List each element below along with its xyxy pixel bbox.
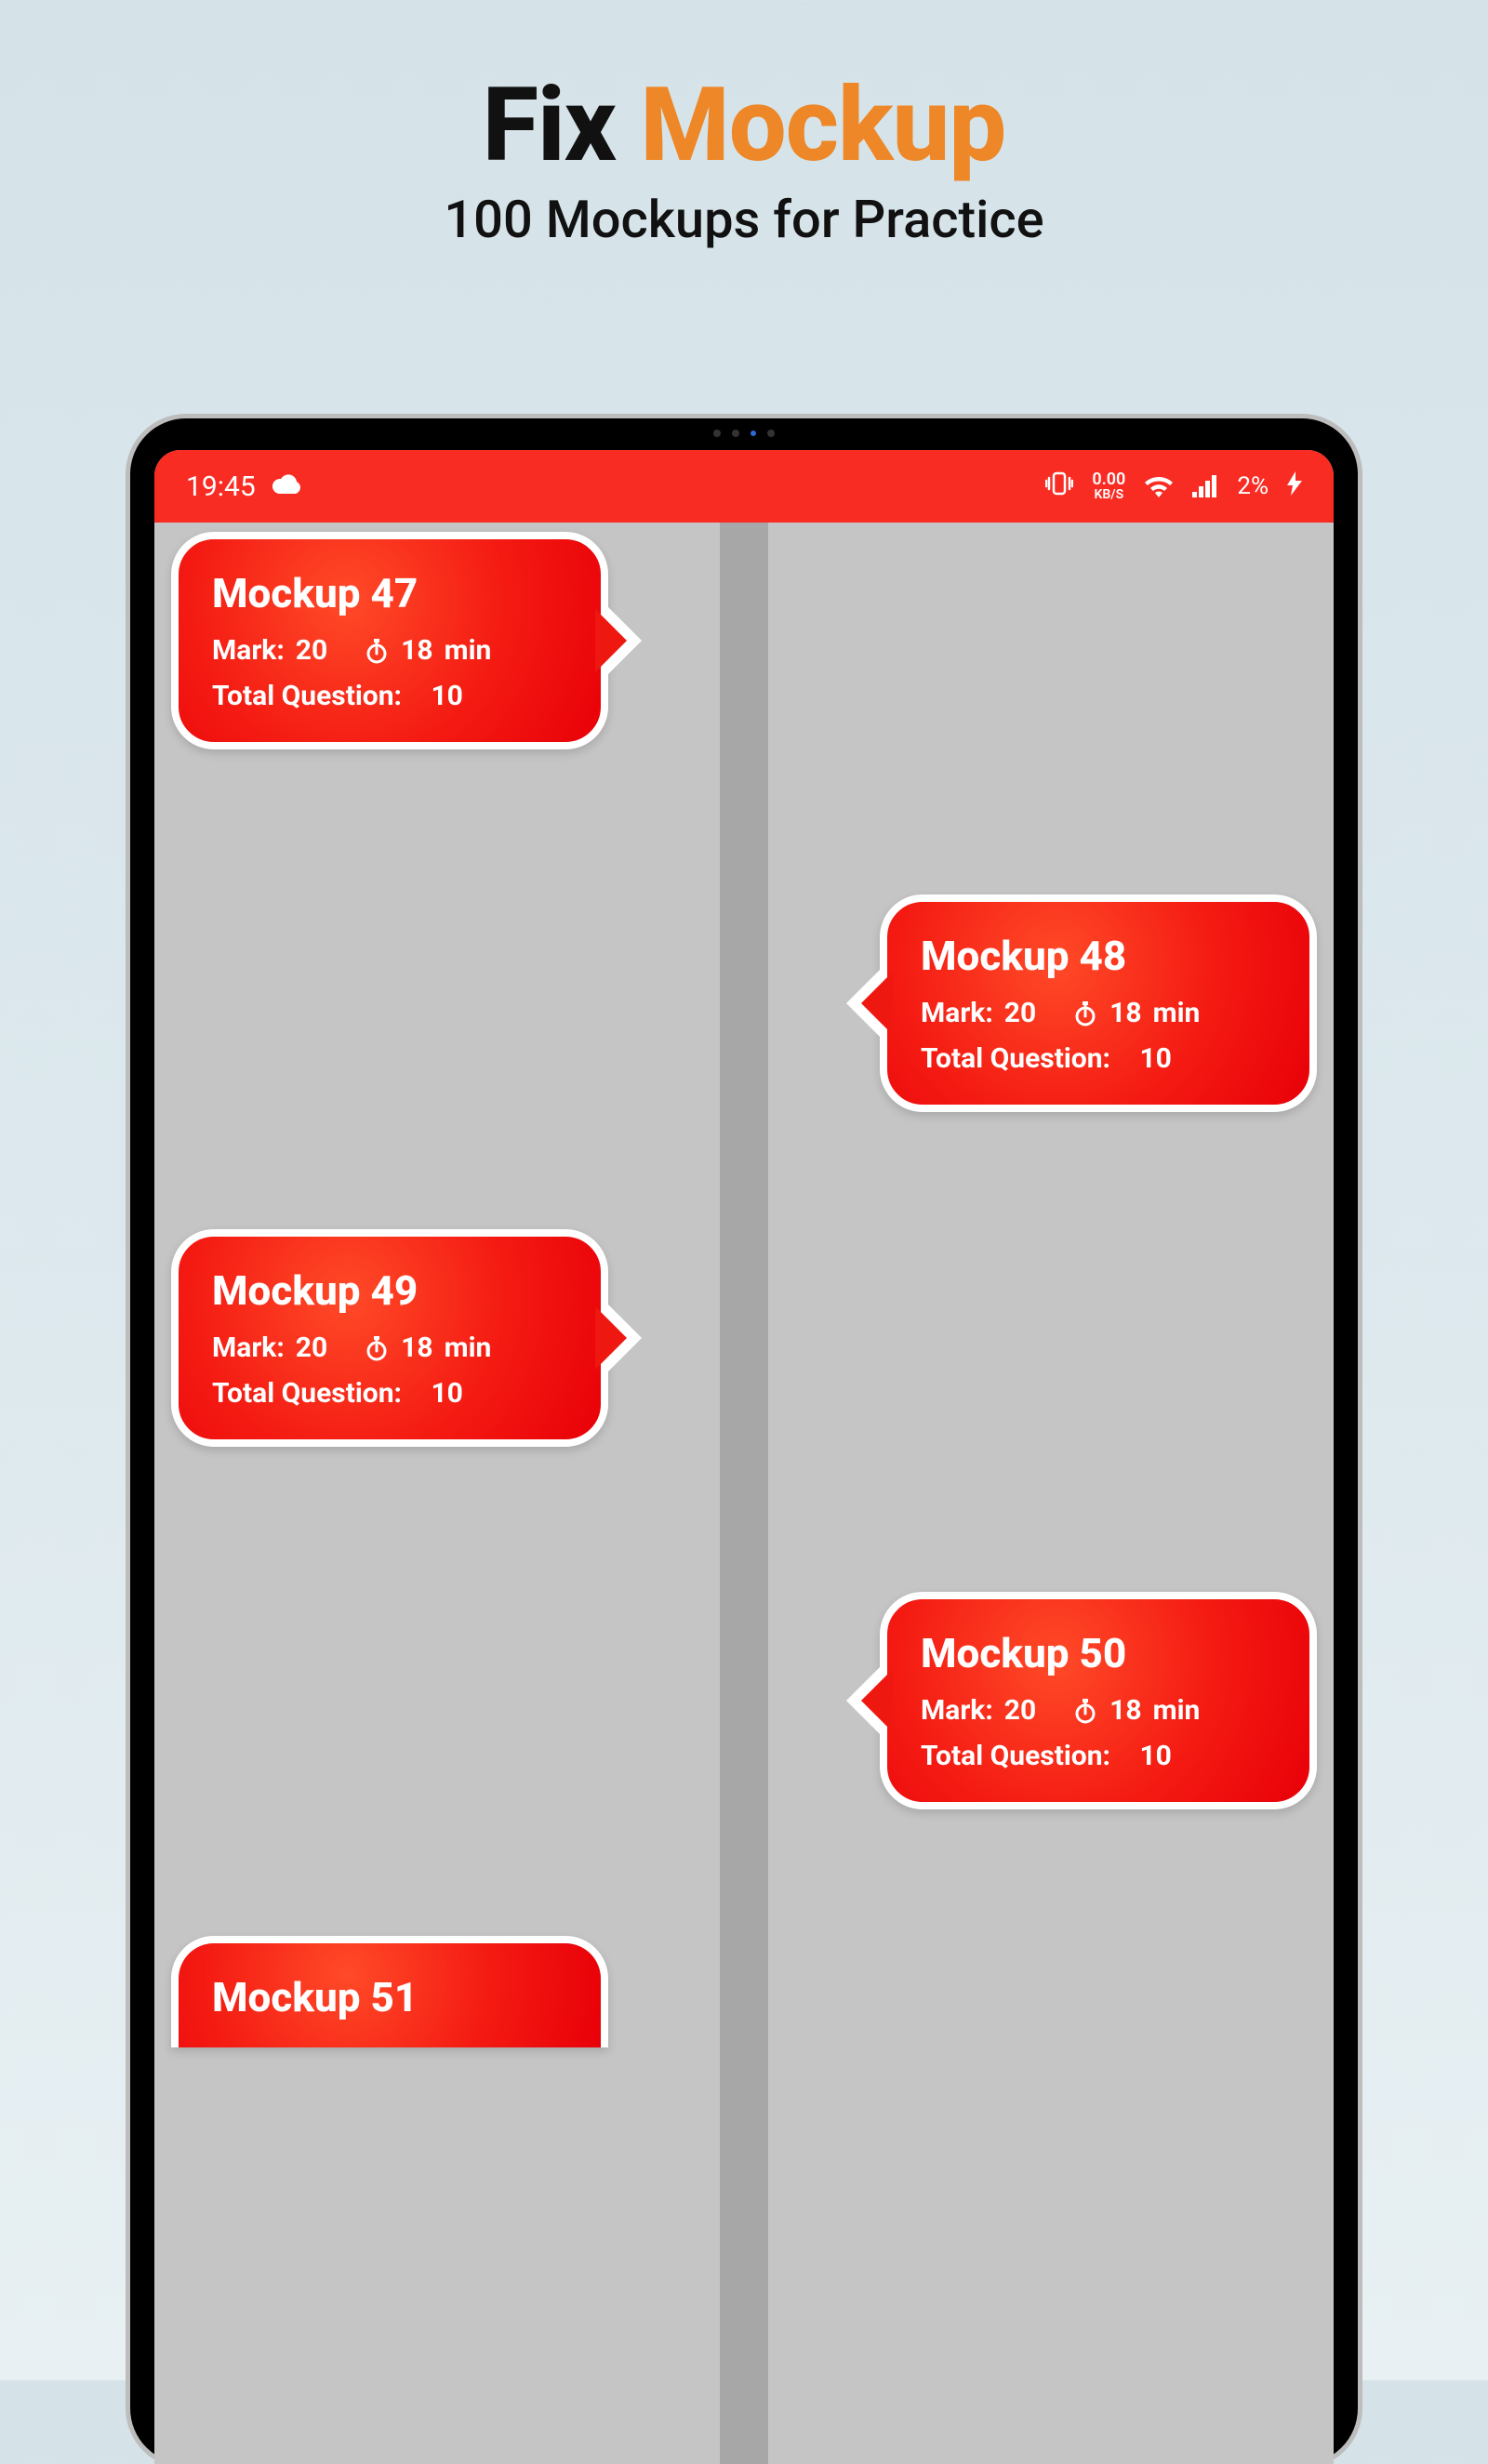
mockup-card[interactable]: Mockup 48 Mark: 20 18 min Total Question: … [880,894,1317,1112]
cards-layer[interactable]: Mockup 47 Mark: 20 18 min Total Question: … [154,523,1334,2464]
battery-percent: 2% [1237,472,1269,500]
mockup-bubble[interactable]: Mockup 47 Mark: 20 18 min Total Question: … [171,532,608,749]
promo-title-mockup: Mockup [640,65,1005,185]
mockup-card[interactable]: Mockup 47 Mark: 20 18 min Total Question: … [171,532,608,749]
duration-unit: min [1153,997,1201,1029]
network-speed: 0.00 KB/S [1092,471,1125,501]
mockup-title: Mockup 49 [212,1266,571,1315]
signal-icon [1192,475,1218,497]
mark-value: 20 [296,634,327,667]
duration-value: 18 [401,1331,432,1364]
duration-value: 18 [1109,1694,1141,1727]
total-value: 10 [431,1377,462,1410]
mark-label: Mark: [921,997,993,1029]
mockup-bubble[interactable]: Mockup 48 Mark: 20 18 min Total Question: … [880,894,1317,1112]
promo-subtitle: 100 Mockups for Practice [0,189,1488,250]
mockup-total-line: Total Question: 10 [212,1377,571,1410]
mockup-meta-line: Mark: 20 18 min [212,1331,571,1364]
mockup-title: Mockup 51 [212,1973,571,2021]
status-time: 19:45 [186,470,256,503]
duration-value: 18 [1109,997,1141,1029]
total-label: Total Question: [212,680,402,712]
total-label: Total Question: [921,1740,1110,1772]
duration-unit: min [445,1331,492,1364]
mockup-bubble[interactable]: Mockup 50 Mark: 20 18 min Total Question: … [880,1592,1317,1809]
bubble-tail-inner [595,1306,627,1370]
duration-value: 18 [401,634,432,667]
mockup-bubble[interactable]: Mockup 49 Mark: 20 18 min Total Question: … [171,1229,608,1447]
duration-unit: min [445,634,492,667]
mockup-total-line: Total Question: 10 [921,1740,1280,1772]
promo-title: Fix Mockup [0,65,1488,185]
mark-value: 20 [296,1331,327,1364]
total-value: 10 [431,680,462,712]
status-bar: 19:45 0.00 KB/S 2% [154,450,1334,523]
mark-label: Mark: [921,1694,993,1727]
mockup-meta-line: Mark: 20 18 min [921,1694,1280,1727]
tablet-screen: 19:45 0.00 KB/S 2% [154,450,1334,2464]
mockup-total-line: Total Question: 10 [212,680,571,712]
mockup-card[interactable]: Mockup 50 Mark: 20 18 min Total Question: … [880,1592,1317,1809]
promo-title-fix: Fix [483,65,616,185]
mockup-total-line: Total Question: 10 [921,1042,1280,1075]
stopwatch-icon [364,1335,390,1361]
promo-header: Fix Mockup 100 Mockups for Practice [0,0,1488,250]
charging-icon [1287,471,1302,501]
cloud-icon [272,472,302,500]
mockup-meta-line: Mark: 20 18 min [921,997,1280,1029]
mockup-title: Mockup 50 [921,1629,1280,1677]
duration-unit: min [1153,1694,1201,1727]
wifi-icon [1144,475,1174,497]
bubble-tail-inner [861,1669,893,1732]
stopwatch-icon [364,638,390,664]
mark-label: Mark: [212,1331,285,1364]
mockup-meta-line: Mark: 20 18 min [212,634,571,667]
total-label: Total Question: [212,1377,402,1410]
mark-value: 20 [1004,1694,1036,1727]
bubble-tail-inner [861,972,893,1035]
mockup-card[interactable]: Mockup 49 Mark: 20 18 min Total Question: … [171,1229,608,1447]
mark-label: Mark: [212,634,285,667]
total-value: 10 [1139,1740,1171,1772]
total-label: Total Question: [921,1042,1110,1075]
mockup-bubble[interactable]: Mockup 51 [171,1936,608,2047]
total-value: 10 [1139,1042,1171,1075]
tablet-camera [713,430,775,437]
mockup-title: Mockup 48 [921,932,1280,980]
mark-value: 20 [1004,997,1036,1029]
stopwatch-icon [1072,1698,1098,1724]
vibrate-icon [1045,470,1073,503]
mockup-title: Mockup 47 [212,569,571,617]
stopwatch-icon [1072,1000,1098,1027]
tablet-frame: 19:45 0.00 KB/S 2% [130,418,1358,2464]
mockup-card[interactable]: Mockup 51 [171,1936,608,2047]
bubble-tail-inner [595,609,627,672]
